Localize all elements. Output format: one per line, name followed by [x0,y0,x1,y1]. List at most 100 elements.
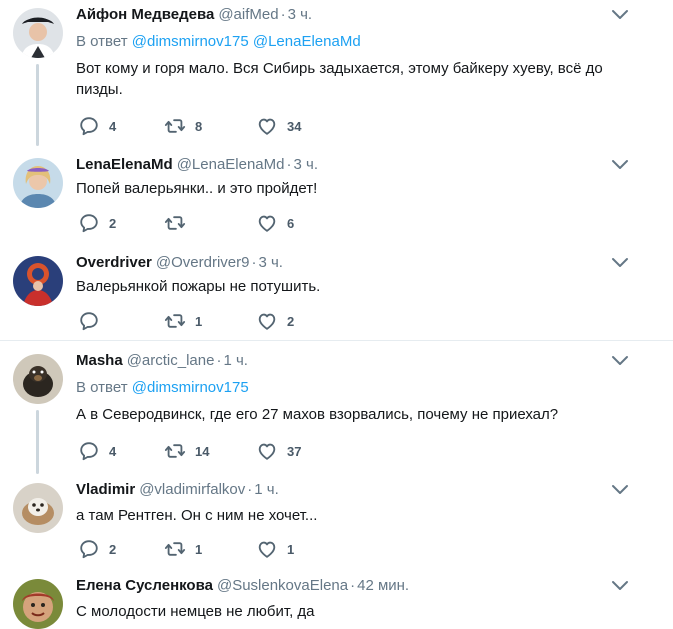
author-name[interactable]: Vladimir [76,481,135,498]
timestamp[interactable]: 3 ч. [258,254,283,271]
chevron-down-icon[interactable] [610,483,630,497]
heart-icon [256,440,278,462]
tweet-vladimir[interactable]: Vladimir @vladimirfalkov · 1 ч. а там Рентг… [0,475,673,570]
timestamp[interactable]: 1 ч. [223,352,248,369]
author-handle[interactable]: @arctic_lane [127,352,215,369]
author-handle[interactable]: @SuslenkovaElena [217,577,348,594]
retweet-count: 8 [195,118,203,134]
like-count: 37 [287,443,302,459]
like-button[interactable]: 37 [256,440,301,462]
reply-button[interactable] [78,310,100,332]
avatar[interactable] [13,354,63,404]
reply-count: 2 [109,215,117,231]
heart-icon [256,310,278,332]
tweet-text: Валерьянкой пожары не потушить. [76,278,321,295]
like-button[interactable]: 1 [256,538,294,560]
tweet-lenaelenamd[interactable]: LenaElenaMd @LenaElenaMd · 3 ч. Попей валер… [0,150,673,245]
tweet-header: Елена Сусленкова @SuslenkovaElena · 42 мин. [76,577,409,594]
tweet-text: А в Северодвинск, где его 27 махов взорв… [76,406,559,423]
author-handle[interactable]: @Overdriver9 [156,254,250,271]
mention-link[interactable]: @LenaElenaMd [253,33,361,50]
chevron-down-icon[interactable] [610,256,630,270]
tweet-masha[interactable]: Masha @arctic_lane · 1 ч. В ответ @dimsmirn… [0,346,673,474]
tweet-header: Masha @arctic_lane · 1 ч. [76,352,248,369]
timestamp[interactable]: 3 ч. [288,6,313,23]
reply-context: В ответ @dimsmirnov175 [76,379,249,396]
timestamp[interactable]: 1 ч. [254,481,279,498]
author-name[interactable]: Елена Сусленкова [76,577,213,594]
retweet-button[interactable]: 1 [164,538,202,560]
author-handle[interactable]: @LenaElenaMd [177,156,285,173]
heart-icon [256,212,278,234]
reply-icon [78,440,100,462]
retweet-icon [164,538,186,560]
retweet-icon [164,310,186,332]
tweet-suslenkova[interactable]: Елена Сусленкова @SuslenkovaElena · 42 мин.… [0,571,673,629]
author-name[interactable]: Айфон Медведева [76,6,214,23]
reply-count: 4 [109,118,117,134]
tweet-text: а там Рентген. Он с ним не хочет... [76,507,318,524]
retweet-button[interactable]: 14 [164,440,209,462]
reply-button[interactable]: 4 [78,440,116,462]
separator-dot: · [216,352,222,369]
chevron-down-icon[interactable] [610,354,630,368]
retweet-icon [164,440,186,462]
tweet-header: Vladimir @vladimirfalkov · 1 ч. [76,481,279,498]
retweet-icon [164,212,186,234]
tweet-aifmed[interactable]: Айфон Медведева @aifMed · 3 ч. В ответ @dim… [0,0,673,150]
like-button[interactable]: 34 [256,115,301,137]
chevron-down-icon[interactable] [610,158,630,172]
chevron-down-icon[interactable] [610,579,630,593]
reply-button[interactable]: 2 [78,212,116,234]
timestamp[interactable]: 3 ч. [294,156,319,173]
reply-icon [78,538,100,560]
tweet-text: Вот кому и горя мало. Вся Сибирь задыхае… [76,60,603,98]
tweet-text: Попей валерьянки.. и это пройдет! [76,180,318,197]
reply-icon [78,115,100,137]
tweet-header: Overdriver @Overdriver9 · 3 ч. [76,254,283,271]
reply-button[interactable]: 4 [78,115,116,137]
chevron-down-icon[interactable] [610,8,630,22]
avatar[interactable] [13,158,63,208]
avatar[interactable] [13,256,63,306]
reply-context: В ответ @dimsmirnov175 @LenaElenaMd [76,33,361,50]
tweet-overdriver[interactable]: Overdriver @Overdriver9 · 3 ч. Валерьянкой … [0,248,673,340]
like-count: 34 [287,118,302,134]
like-count: 6 [287,215,295,231]
reply-to-label: В ответ [76,379,128,396]
reply-button[interactable]: 2 [78,538,116,560]
like-button[interactable]: 6 [256,212,294,234]
avatar[interactable] [13,8,63,58]
reply-count: 2 [109,541,117,557]
heart-icon [256,115,278,137]
separator-dot: · [280,6,286,23]
author-name[interactable]: Overdriver [76,254,152,271]
thread-line [36,64,39,146]
mention-link[interactable]: @dimsmirnov175 [132,33,249,50]
author-name[interactable]: Masha [76,352,123,369]
avatar[interactable] [13,483,63,533]
avatar[interactable] [13,579,63,629]
reply-count: 4 [109,443,117,459]
author-handle[interactable]: @vladimirfalkov [139,481,245,498]
mention-link[interactable]: @dimsmirnov175 [132,379,249,396]
like-button[interactable]: 2 [256,310,294,332]
author-handle[interactable]: @aifMed [218,6,278,23]
retweet-count: 14 [195,443,210,459]
like-count: 1 [287,541,295,557]
timestamp[interactable]: 42 мин. [357,577,409,594]
separator-dot: · [286,156,292,173]
separator-dot: · [247,481,253,498]
thread-line [36,410,39,474]
retweet-button[interactable]: 8 [164,115,202,137]
heart-icon [256,538,278,560]
retweet-button[interactable]: 1 [164,310,202,332]
retweet-button[interactable] [164,212,186,234]
tweet-header: Айфон Медведева @aifMed · 3 ч. [76,6,312,23]
author-name[interactable]: LenaElenaMd [76,156,173,173]
divider [0,340,673,341]
retweet-count: 1 [195,541,203,557]
separator-dot: · [251,254,257,271]
retweet-count: 1 [195,313,203,329]
reply-icon [78,212,100,234]
